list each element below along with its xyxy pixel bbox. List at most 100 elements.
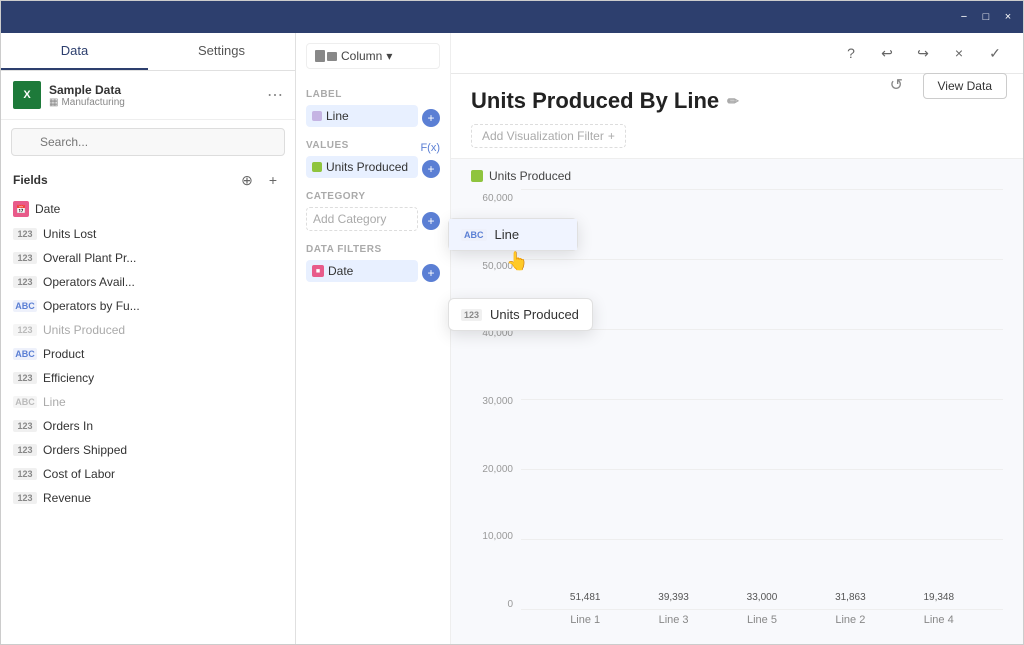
search-row: 🔍 [1,120,295,164]
data-filter-item-date[interactable]: ■ Date [306,260,418,282]
chart-inner: 51,481 39,393 33 [521,189,1003,634]
fields-header: Fields ⊕ + [1,164,295,196]
field-name-revenue: Revenue [43,491,91,505]
units-dropdown-item[interactable]: 123 Units Produced [449,299,592,330]
y-axis: 60,000 50,000 40,000 30,000 20,000 10,00… [471,189,521,634]
label-section-header: LABEL [306,89,440,100]
tab-data[interactable]: Data [1,33,148,70]
main-content: Data Settings X Sample Data ▦ Manufactur… [1,33,1023,644]
add-category-text: Add Category [313,212,386,226]
category-section-header: CATEGORY [306,191,440,202]
list-item[interactable]: 123 Efficiency [5,366,291,390]
list-item[interactable]: 123 Orders Shipped [5,438,291,462]
field-type-badge: 123 [13,468,37,480]
column-type-selector[interactable]: Column ▾ [306,43,440,69]
list-item[interactable]: ABC Operators by Fu... [5,294,291,318]
bar-icon [315,50,325,62]
line-type-badge: ABC [461,229,487,241]
close-button[interactable]: × [945,39,973,67]
label-item-color-dot [312,111,322,121]
y-label-10k: 10,000 [482,531,513,542]
refresh-icon[interactable]: ↺ [890,75,903,95]
list-item[interactable]: 📅 Date [5,196,291,222]
titlebar: − □ × [1,1,1023,33]
y-label-30k: 30,000 [482,396,513,407]
data-source-menu-button[interactable]: ⋯ [267,85,283,105]
add-filter-text: Add Visualization Filter [482,129,604,143]
field-name-units-lost: Units Lost [43,227,96,241]
view-data-button[interactable]: View Data [923,73,1007,99]
column-type-icon-group [315,50,337,62]
field-type-badge: 123 [13,492,37,504]
field-name-units-produced: Units Produced [43,323,125,337]
list-item[interactable]: ABC Line [5,390,291,414]
data-filters-add-button[interactable]: + [422,264,440,282]
x-label-line2: Line 2 [820,614,880,634]
field-type-badge: ABC [13,300,37,312]
chevron-down-icon: ▾ [386,49,392,63]
column-type-label: Column [341,49,382,63]
units-dropdown-item-text: Units Produced [490,307,579,322]
globe-icon-button[interactable]: ⊕ [237,170,257,190]
data-filters-row: ■ Date + [306,260,440,285]
list-item[interactable]: ABC Product [5,342,291,366]
values-item-units-produced[interactable]: Units Produced [306,156,418,178]
data-source: X Sample Data ▦ Manufacturing ⋯ [1,71,295,120]
calendar-icon: 📅 [13,201,29,217]
field-name-date: Date [35,202,60,216]
tabs: Data Settings [1,33,295,71]
field-name-operators-fu: Operators by Fu... [43,299,140,313]
label-item-line[interactable]: Line [306,105,418,127]
values-add-button[interactable]: + [422,160,440,178]
config-section-label: LABEL Line + [306,89,440,130]
date-filter-icon: ■ [312,265,324,277]
bars-wrapper: 51,481 39,393 33 [521,189,1003,610]
maximize-button[interactable]: □ [979,10,993,24]
close-window-button[interactable]: × [1001,10,1015,24]
table-icon: ▦ [49,97,58,108]
bar-label-line3: 39,393 [658,592,689,603]
tab-settings[interactable]: Settings [148,33,295,70]
chart-panel: ? ↩ ↪ × ✓ Units Produced By Line ✏ [451,33,1023,644]
list-item[interactable]: 123 Units Lost [5,222,291,246]
data-source-info: Sample Data ▦ Manufacturing [49,83,259,108]
chart-container: 60,000 50,000 40,000 30,000 20,000 10,00… [471,189,1003,634]
data-filters-section-header: DATA FILTERS [306,244,440,255]
category-add-button[interactable]: + [422,212,440,230]
x-label-line4: Line 4 [909,614,969,634]
redo-button[interactable]: ↪ [909,39,937,67]
values-item-color-dot [312,162,322,172]
fields-list: 📅 Date 123 Units Lost 123 Overall Plant … [1,196,295,644]
edit-title-icon[interactable]: ✏ [727,93,739,110]
list-item[interactable]: 123 Operators Avail... [5,270,291,294]
fx-button[interactable]: F(x) [420,142,440,154]
line-dropdown-item[interactable]: ABC Line [449,219,577,250]
label-item-text: Line [326,109,412,123]
undo-button[interactable]: ↩ [873,39,901,67]
label-add-button[interactable]: + [422,109,440,127]
list-item[interactable]: 123 Revenue [5,486,291,510]
list-item[interactable]: 123 Overall Plant Pr... [5,246,291,270]
list-item[interactable]: 123 Units Produced [5,318,291,342]
config-section-values: VALUES F(x) Units Produced + [306,140,440,181]
field-type-badge: 123 [13,228,37,240]
list-item[interactable]: 123 Orders In [5,414,291,438]
y-label-0: 0 [507,599,513,610]
minimize-button[interactable]: − [957,10,971,24]
field-name-cost-labor: Cost of Labor [43,467,115,481]
legend-color-swatch [471,170,483,182]
list-item[interactable]: 123 Cost of Labor [5,462,291,486]
left-panel: Data Settings X Sample Data ▦ Manufactur… [1,33,296,644]
excel-icon: X [13,81,41,109]
add-visualization-filter-button[interactable]: Add Visualization Filter + [471,124,626,148]
search-input[interactable] [11,128,285,156]
values-section-header: VALUES [306,140,420,151]
help-button[interactable]: ? [837,39,865,67]
y-label-50k: 50,000 [482,261,513,272]
fields-label: Fields [13,173,231,187]
y-label-60k: 60,000 [482,193,513,204]
confirm-button[interactable]: ✓ [981,39,1009,67]
config-section-data-filters: DATA FILTERS ■ Date + [306,244,440,285]
data-filter-item-text: Date [328,264,412,278]
add-field-button[interactable]: + [263,170,283,190]
